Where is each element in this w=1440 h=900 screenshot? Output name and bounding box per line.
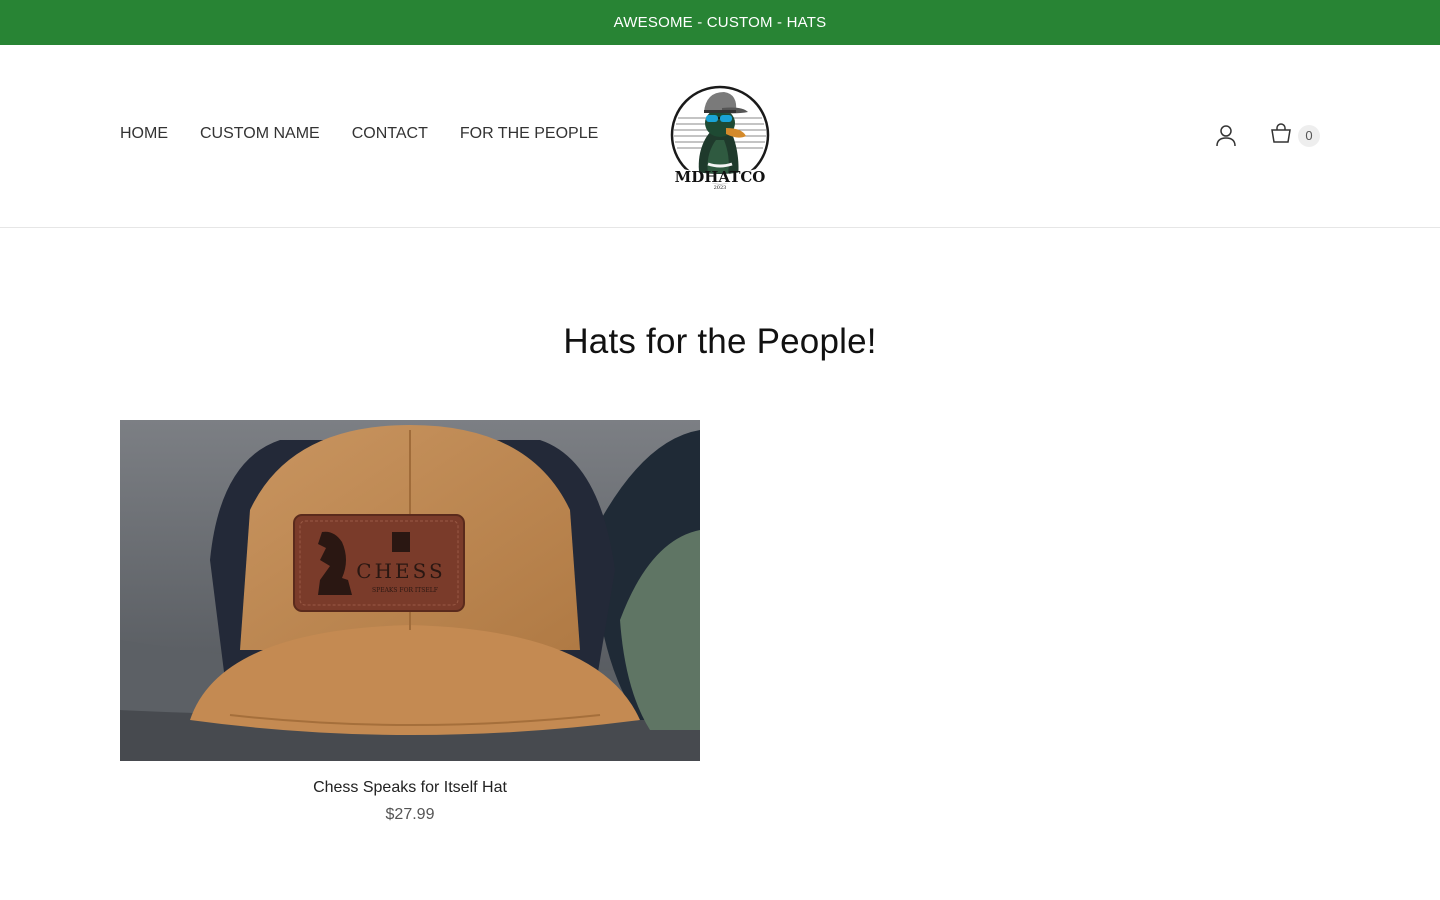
cart-count-badge: 0 [1298,124,1320,147]
site-logo[interactable]: MDHATCO 2023 [668,78,772,193]
logo-text: MDHATCO [675,168,766,186]
duck-with-cap-logo: MDHATCO 2023 [670,85,770,191]
announcement-text: AWESOME - CUSTOM - HATS [613,14,827,31]
user-icon[interactable] [1216,124,1236,147]
page-title: Hats for the People! [563,322,877,361]
header-actions: 0 [1216,123,1320,148]
product-name[interactable]: Chess Speaks for Itself Hat [120,779,700,797]
nav-custom-name[interactable]: CUSTOM NAME [200,125,320,143]
patch-text: CHESS [356,559,445,583]
product-price: $27.99 [385,806,435,823]
product-card[interactable]: CHESS SPEAKS FOR ITSELF Chess Speaks for… [120,420,700,824]
logo-year: 2023 [714,185,727,191]
product-image[interactable]: CHESS SPEAKS FOR ITSELF [120,420,700,761]
nav-contact[interactable]: CONTACT [352,125,428,143]
shopping-bag-icon [1270,123,1292,148]
nav-home[interactable]: HOME [120,125,168,143]
cart-button[interactable]: 0 [1270,123,1320,148]
patch-subtext: SPEAKS FOR ITSELF [372,587,438,594]
nav-for-the-people[interactable]: FOR THE PEOPLE [460,125,598,143]
announcement-bar: AWESOME - CUSTOM - HATS [0,0,1440,45]
site-header: HOME CUSTOM NAME CONTACT FOR THE PEOPLE [0,45,1440,228]
main-nav: HOME CUSTOM NAME CONTACT FOR THE PEOPLE [120,125,598,143]
